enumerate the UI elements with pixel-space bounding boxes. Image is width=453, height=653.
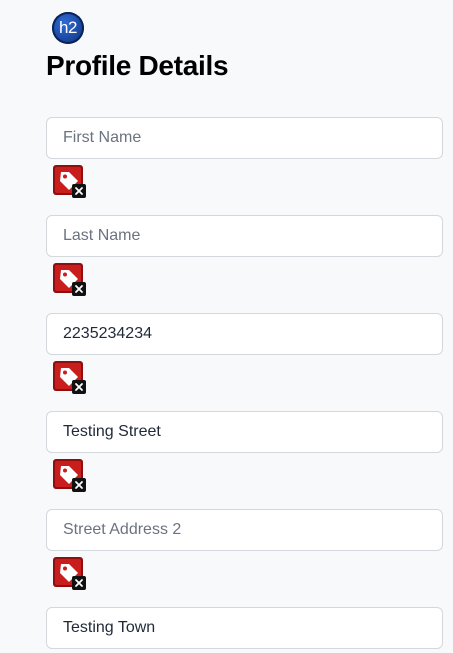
last-name-input[interactable] [46, 215, 443, 257]
tag-remove-icon[interactable] [52, 556, 88, 592]
tag-remove-icon[interactable] [52, 360, 88, 396]
page-title: Profile Details [46, 50, 229, 81]
h2-logo: h2 [52, 12, 84, 44]
profile-page: h2 Profile Details [0, 0, 453, 653]
tag-remove-icon[interactable] [52, 262, 88, 298]
phone-input[interactable] [46, 313, 443, 355]
tag-remove-icon[interactable] [52, 164, 88, 200]
tag-remove-icon[interactable] [52, 458, 88, 494]
town-input[interactable] [46, 607, 443, 649]
street-address-input[interactable] [46, 411, 443, 453]
street-address-2-input[interactable] [46, 509, 443, 551]
first-name-input[interactable] [46, 117, 443, 159]
